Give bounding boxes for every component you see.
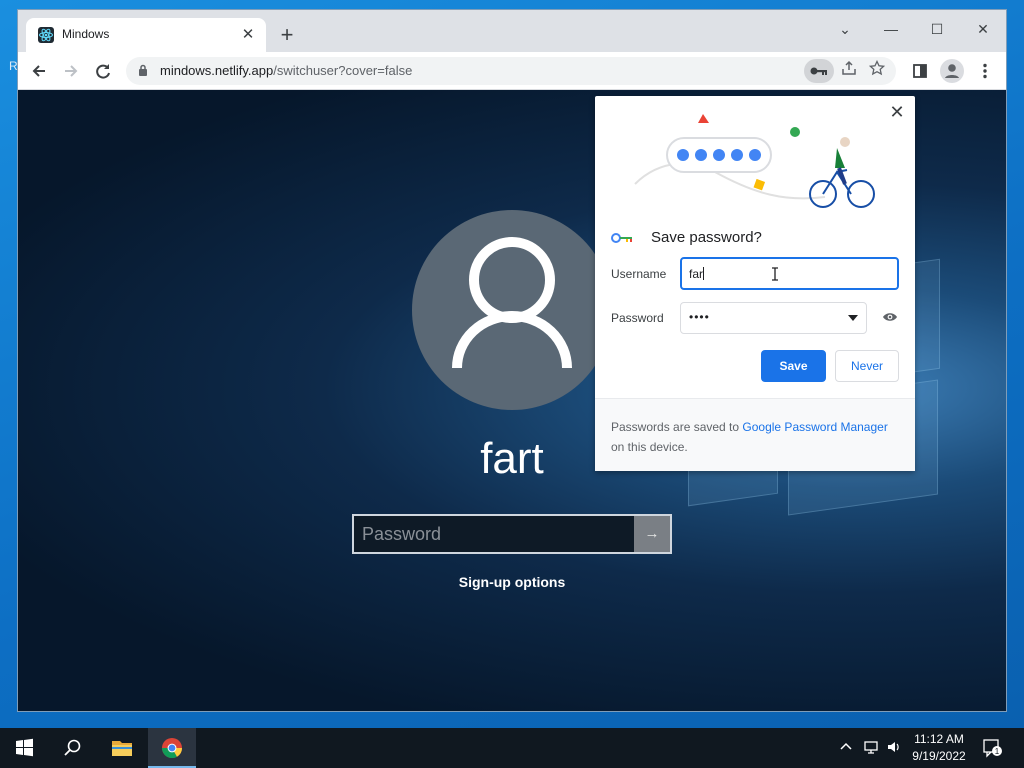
footer-text: Passwords are saved to Google Password M… <box>611 420 888 454</box>
minimize-button[interactable]: — <box>868 14 914 44</box>
star-icon[interactable] <box>866 59 888 82</box>
password-label: Password <box>611 311 664 325</box>
text-caret <box>703 267 705 280</box>
username-input[interactable]: far <box>680 257 899 290</box>
profile-icon[interactable] <box>940 59 964 83</box>
system-clock[interactable]: 11:12 AM 9/19/2022 <box>906 731 972 765</box>
user-icon <box>452 237 572 369</box>
taskbar: 11:12 AM 9/19/2022 1 <box>0 728 1024 768</box>
react-icon <box>38 27 54 43</box>
reload-button[interactable] <box>90 58 116 84</box>
clock-date: 9/19/2022 <box>912 749 966 763</box>
network-icon[interactable] <box>863 739 881 758</box>
password-select[interactable]: •••• <box>680 302 867 334</box>
sidepanel-icon[interactable] <box>907 58 933 84</box>
ibeam-cursor-icon <box>772 267 778 281</box>
chevron-up-icon[interactable] <box>839 739 853 756</box>
dialog-header: Save password? <box>611 228 901 250</box>
lockscreen-username: fart <box>480 434 544 483</box>
windows-start-icon[interactable] <box>0 728 48 768</box>
reload-icon <box>96 64 110 79</box>
password-key-chip[interactable] <box>804 59 834 83</box>
folder-icon[interactable] <box>98 728 146 768</box>
never-button[interactable]: Never <box>835 350 899 382</box>
maximize-button[interactable]: ☐ <box>914 14 960 44</box>
save-button[interactable]: Save <box>761 350 826 382</box>
share-icon[interactable] <box>838 60 860 82</box>
username-value: far <box>689 267 705 281</box>
volume-icon[interactable] <box>886 739 902 758</box>
chevron-down-icon <box>848 315 858 321</box>
google-key-icon <box>611 233 632 243</box>
password-value: •••• <box>689 310 710 324</box>
url-text: mindows.netlify.app/switchuser?cover=fal… <box>160 63 413 78</box>
clock-time: 11:12 AM <box>914 732 964 746</box>
password-manager-link[interactable]: Google Password Manager <box>742 420 887 434</box>
tab-title: Mindows <box>62 27 110 41</box>
username-label: Username <box>611 267 667 281</box>
lock-icon <box>139 64 147 76</box>
signup-options-link[interactable]: Sign-up options <box>412 574 612 590</box>
lockscreen-password-input[interactable]: Password → <box>352 514 672 554</box>
close-window-button[interactable]: ✕ <box>960 14 1006 44</box>
notification-count: 1 <box>995 747 1000 756</box>
eye-icon[interactable] <box>882 311 898 323</box>
forward-arrow-icon <box>65 65 78 77</box>
address-bar[interactable]: mindows.netlify.app/switchuser?cover=fal… <box>126 57 896 85</box>
forward-button[interactable] <box>58 58 84 84</box>
submit-arrow-button[interactable]: → <box>634 516 670 552</box>
menu-icon[interactable] <box>972 58 998 84</box>
desktop-glyph: R <box>9 59 18 73</box>
new-tab-button[interactable]: + <box>274 22 300 48</box>
tab-search-button[interactable]: ⌄ <box>822 14 868 44</box>
back-button[interactable] <box>26 58 52 84</box>
dialog-footer: Passwords are saved to Google Password M… <box>595 398 915 471</box>
dialog-title: Save password? <box>651 229 762 246</box>
password-illustration <box>634 114 875 208</box>
browser-titlebar: Mindows ✕ + ⌄ — ☐ ✕ <box>18 10 1006 52</box>
browser-toolbar: mindows.netlify.app/switchuser?cover=fal… <box>18 52 1006 90</box>
back-arrow-icon <box>32 65 45 77</box>
tab-mindows[interactable]: Mindows ✕ <box>26 18 266 52</box>
save-password-dialog: ✕ Save password? Username far Password •… <box>595 96 915 471</box>
dialog-close-button[interactable]: ✕ <box>887 102 907 122</box>
search-icon[interactable] <box>48 728 96 768</box>
browser-window: Mindows ✕ + ⌄ — ☐ ✕ mindows.netlify.app/… <box>18 10 1006 711</box>
password-placeholder: Password <box>362 524 442 544</box>
key-icon <box>810 67 827 75</box>
user-avatar <box>412 210 612 410</box>
tab-close-button[interactable]: ✕ <box>238 25 258 45</box>
chrome-icon[interactable] <box>148 728 196 768</box>
notification-icon[interactable]: 1 <box>982 738 1004 763</box>
